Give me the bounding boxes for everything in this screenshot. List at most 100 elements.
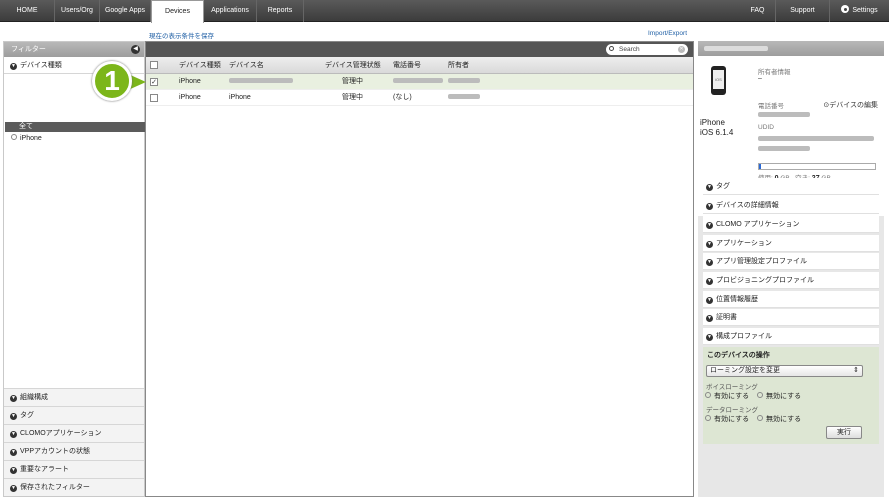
phone-number-value <box>758 112 810 117</box>
cell-management-state: 管理中 <box>342 94 363 101</box>
section-tags[interactable]: ▼ タグ <box>4 406 144 424</box>
section-alerts[interactable]: ▼ 重要なアラート <box>4 460 144 478</box>
device-detail-header <box>698 41 884 56</box>
radio-icon <box>705 392 711 398</box>
chevron-down-icon: ▼ <box>706 184 713 191</box>
tab-applications[interactable]: Applications <box>204 0 257 22</box>
accordion-certificates[interactable]: ▼ 証明書 <box>703 309 879 326</box>
chevron-down-icon: ▼ <box>706 259 713 266</box>
chevron-down-icon: ▼ <box>706 334 713 341</box>
chevron-down-icon: ▼ <box>706 203 713 210</box>
cell-device-type: iPhone <box>179 78 201 85</box>
col-phone-number[interactable]: 電話番号 <box>393 57 421 74</box>
faq-link[interactable]: FAQ <box>740 0 776 22</box>
row-checkbox[interactable]: ✓ <box>150 78 158 86</box>
filter-option-all[interactable]: 全て <box>5 122 145 132</box>
storage-bar <box>758 163 876 170</box>
search-icon <box>609 46 614 51</box>
voice-roaming-label: ボイスローミング <box>706 384 758 391</box>
search-input[interactable]: Search ✕ <box>606 44 688 55</box>
tab-google-apps[interactable]: Google Apps <box>100 0 151 22</box>
cell-device-type: iPhone <box>179 94 201 101</box>
filter-header-label: フィルター <box>11 46 46 53</box>
col-owner[interactable]: 所有者 <box>448 57 469 74</box>
accordion-clomo-apps[interactable]: ▼ CLOMO アプリケーション <box>703 216 879 233</box>
udid-label: UDID <box>758 124 774 131</box>
radio-icon <box>757 392 763 398</box>
col-device-name[interactable]: デバイス名 <box>229 57 264 74</box>
tab-reports[interactable]: Reports <box>257 0 304 22</box>
collapse-icon[interactable]: ◀ <box>131 45 140 54</box>
udid-value <box>758 136 874 141</box>
accordion-tags[interactable]: ▼ タグ <box>703 178 879 195</box>
operations-title: このデバイスの操作 <box>707 352 770 359</box>
accordion-device-details[interactable]: ▼ デバイスの詳細情報 <box>703 197 879 214</box>
filter-option-iphone[interactable]: iPhone <box>5 133 145 144</box>
cell-device-name: iPhone <box>229 94 251 101</box>
device-operations: このデバイスの操作 ローミング設定を変更 ⇕ ボイスローミング 有効にする 無効に… <box>703 347 879 444</box>
voice-roaming-disable[interactable]: 無効にする <box>757 391 801 401</box>
voice-roaming-enable[interactable]: 有効にする <box>705 391 749 401</box>
accordion-config-profiles[interactable]: ▼ 構成プロファイル <box>703 328 879 345</box>
row-checkbox[interactable] <box>150 94 158 102</box>
edit-device-link[interactable]: ⊙デバイスの編集 <box>823 100 878 110</box>
filter-header: フィルター ◀ <box>4 42 144 57</box>
chevron-down-icon: ▼ <box>706 278 713 285</box>
device-os: iOS 6.1.4 <box>700 128 734 137</box>
tab-users-org[interactable]: Users/Org <box>55 0 100 22</box>
section-label: 重要なアラート <box>20 466 69 473</box>
select-all-checkbox[interactable] <box>150 61 158 69</box>
accordion-location-history[interactable]: ▼ 位置情報履歴 <box>703 291 879 308</box>
chevron-down-icon: ▼ <box>10 467 17 474</box>
col-device-type[interactable]: デバイス種類 <box>179 57 221 74</box>
section-label: CLOMOアプリケーション <box>20 430 102 437</box>
radio-icon <box>11 134 17 140</box>
import-export-link[interactable]: Import/Export <box>648 30 687 37</box>
chevron-down-icon: ▼ <box>10 395 17 402</box>
table-row[interactable]: iPhone iPhone 管理中 (なし) <box>146 90 693 106</box>
execute-button[interactable]: 実行 <box>826 426 862 439</box>
device-detail-panel: iOS iPhone iOS 6.1.4 所有者情報 – ⊙デバイスの編集 電話番… <box>698 41 884 497</box>
clear-icon[interactable]: ✕ <box>678 46 685 53</box>
data-roaming-disable[interactable]: 無効にする <box>757 414 801 424</box>
udid-value-cont <box>758 146 810 151</box>
table-header: デバイス種類 デバイス名 デバイス管理状態 電話番号 所有者 <box>146 57 693 74</box>
accordion-provisioning[interactable]: ▼ プロビジョニングプロファイル <box>703 272 879 289</box>
top-nav: HOME Users/Org Google Apps Devices Appli… <box>0 0 889 23</box>
col-management-state[interactable]: デバイス管理状態 <box>325 57 381 74</box>
section-saved-filters[interactable]: ▼ 保存されたフィルター <box>4 478 144 496</box>
chevron-down-icon: ▼ <box>706 222 713 229</box>
operation-select[interactable]: ローミング設定を変更 ⇕ <box>706 365 863 377</box>
device-table-panel: Search ✕ デバイス種類 デバイス名 デバイス管理状態 電話番号 所有者 … <box>145 41 694 497</box>
search-placeholder: Search <box>619 46 640 53</box>
owner-info-label: 所有者情報 <box>758 69 791 76</box>
section-vpp[interactable]: ▼ VPPアカウントの状態 <box>4 442 144 460</box>
cell-management-state: 管理中 <box>342 78 363 85</box>
chevron-down-icon: ▼ <box>10 431 17 438</box>
accordion-applications[interactable]: ▼ アプリケーション <box>703 235 879 252</box>
settings-label: Settings <box>852 7 878 14</box>
device-type-label: デバイス種類 <box>20 62 62 69</box>
chevron-down-icon: ▼ <box>10 63 17 70</box>
sidebar-bottom-sections: ▼ 組織構成 ▼ タグ ▼ CLOMOアプリケーション ▼ VPPアカウントの状態 ▼ 重… <box>4 388 144 496</box>
phone-number-label: 電話番号 <box>758 103 784 110</box>
gear-icon <box>841 5 850 13</box>
accordion-app-config[interactable]: ▼ アプリ管理設定プロファイル <box>703 253 879 270</box>
owner-value: – <box>758 75 762 82</box>
radio-icon <box>757 415 763 421</box>
tab-devices[interactable]: Devices <box>151 0 204 23</box>
section-clomo-apps[interactable]: ▼ CLOMOアプリケーション <box>4 424 144 442</box>
data-roaming-enable[interactable]: 有効にする <box>705 414 749 424</box>
chevron-down-icon: ▼ <box>706 297 713 304</box>
table-row[interactable]: ✓ iPhone 管理中 <box>146 74 693 90</box>
chevron-down-icon: ▼ <box>10 485 17 492</box>
chevron-down-icon: ▼ <box>10 449 17 456</box>
chevron-down-icon: ▼ <box>10 413 17 420</box>
section-org[interactable]: ▼ 組織構成 <box>4 388 144 406</box>
storage-fill <box>759 164 762 169</box>
settings-menu[interactable]: Settings <box>830 0 889 22</box>
tab-home[interactable]: HOME <box>0 0 55 22</box>
radio-icon <box>705 415 711 421</box>
support-link[interactable]: Support <box>776 0 830 22</box>
save-view-link[interactable]: 現在の表示条件を保存 <box>149 30 214 40</box>
